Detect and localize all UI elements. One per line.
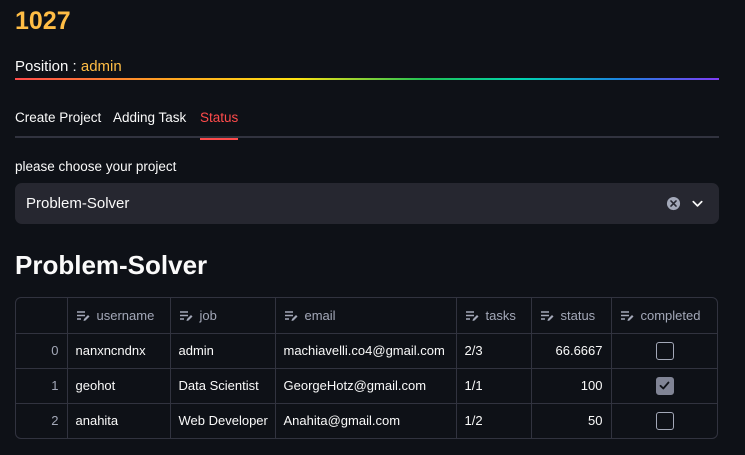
column-label: email <box>304 308 336 324</box>
cell-username[interactable]: anahita <box>67 403 171 438</box>
rainbow-divider <box>15 78 719 80</box>
cell-completed <box>611 368 717 404</box>
column-header-email[interactable]: email <box>275 298 457 334</box>
edit-column-icon <box>179 311 192 321</box>
cell-status[interactable]: 66.6667 <box>531 333 612 369</box>
column-header-completed[interactable]: completed <box>611 298 717 334</box>
table-header-row: username job email tasks status complete… <box>16 298 717 334</box>
table-row: 0 nanxncndnx admin machiavelli.co4@gmail… <box>16 333 717 369</box>
completed-checkbox[interactable] <box>656 411 675 430</box>
row-index: 1 <box>16 368 68 404</box>
column-label: status <box>560 308 596 324</box>
tab-bar: Create Project Adding Task Status <box>15 104 719 140</box>
cell-email[interactable]: machiavelli.co4@gmail.com <box>275 333 457 369</box>
cell-tasks[interactable]: 1/2 <box>456 403 532 438</box>
column-label: tasks <box>485 308 516 324</box>
column-header-status[interactable]: status <box>531 298 612 334</box>
column-header-username[interactable]: username <box>67 298 171 334</box>
tab-create-project[interactable]: Create Project <box>15 109 101 135</box>
column-header-index[interactable] <box>16 298 68 334</box>
cell-status[interactable]: 50 <box>531 403 612 438</box>
tab-adding-task[interactable]: Adding Task <box>113 109 186 135</box>
position-value: admin <box>80 58 122 75</box>
edit-column-icon <box>76 311 89 321</box>
cell-status[interactable]: 100 <box>531 368 612 404</box>
cell-job[interactable]: Data Scientist <box>170 368 276 404</box>
cell-email[interactable]: Anahita@gmail.com <box>275 403 457 438</box>
tab-status[interactable]: Status <box>200 109 239 140</box>
edit-column-icon <box>284 311 297 321</box>
cell-username[interactable]: geohot <box>67 368 171 404</box>
column-label: job <box>199 308 217 324</box>
cell-tasks[interactable]: 1/1 <box>456 368 532 404</box>
page: 1027 Position : admin Create Project Add… <box>0 0 745 455</box>
status-table[interactable]: username job email tasks status complete… <box>15 297 718 439</box>
cell-job[interactable]: admin <box>170 333 276 369</box>
project-select[interactable]: Problem-Solver <box>15 183 719 224</box>
table-row: 2 anahita Web Developer Anahita@gmail.co… <box>16 403 717 438</box>
page-title: 1027 <box>15 7 71 35</box>
cell-tasks[interactable]: 2/3 <box>456 333 532 369</box>
column-header-tasks[interactable]: tasks <box>456 298 532 334</box>
row-index: 0 <box>16 333 68 369</box>
edit-column-icon <box>620 311 633 321</box>
project-select-value: Problem-Solver <box>26 195 130 212</box>
edit-column-icon <box>465 311 478 321</box>
position-label: Position : <box>15 58 81 75</box>
cell-username[interactable]: nanxncndnx <box>67 333 171 369</box>
edit-column-icon <box>540 311 553 321</box>
project-select-label: please choose your project <box>15 159 177 174</box>
cell-completed <box>611 333 717 369</box>
position-line: Position : admin <box>15 57 122 77</box>
cell-email[interactable]: GeorgeHotz@gmail.com <box>275 368 457 404</box>
clear-circle-icon[interactable] <box>666 196 681 211</box>
completed-checkbox[interactable] <box>656 376 675 395</box>
completed-checkbox[interactable] <box>656 341 675 360</box>
checkmark-icon <box>659 381 670 389</box>
cell-completed <box>611 403 717 438</box>
cell-job[interactable]: Web Developer <box>170 403 276 438</box>
chevron-down-icon[interactable] <box>690 196 705 211</box>
table-row: 1 geohot Data Scientist GeorgeHotz@gmail… <box>16 368 717 404</box>
column-label: completed <box>640 308 701 324</box>
column-label: username <box>96 308 155 324</box>
row-index: 2 <box>16 403 68 438</box>
column-header-job[interactable]: job <box>170 298 276 334</box>
section-title: Problem-Solver <box>15 250 208 280</box>
